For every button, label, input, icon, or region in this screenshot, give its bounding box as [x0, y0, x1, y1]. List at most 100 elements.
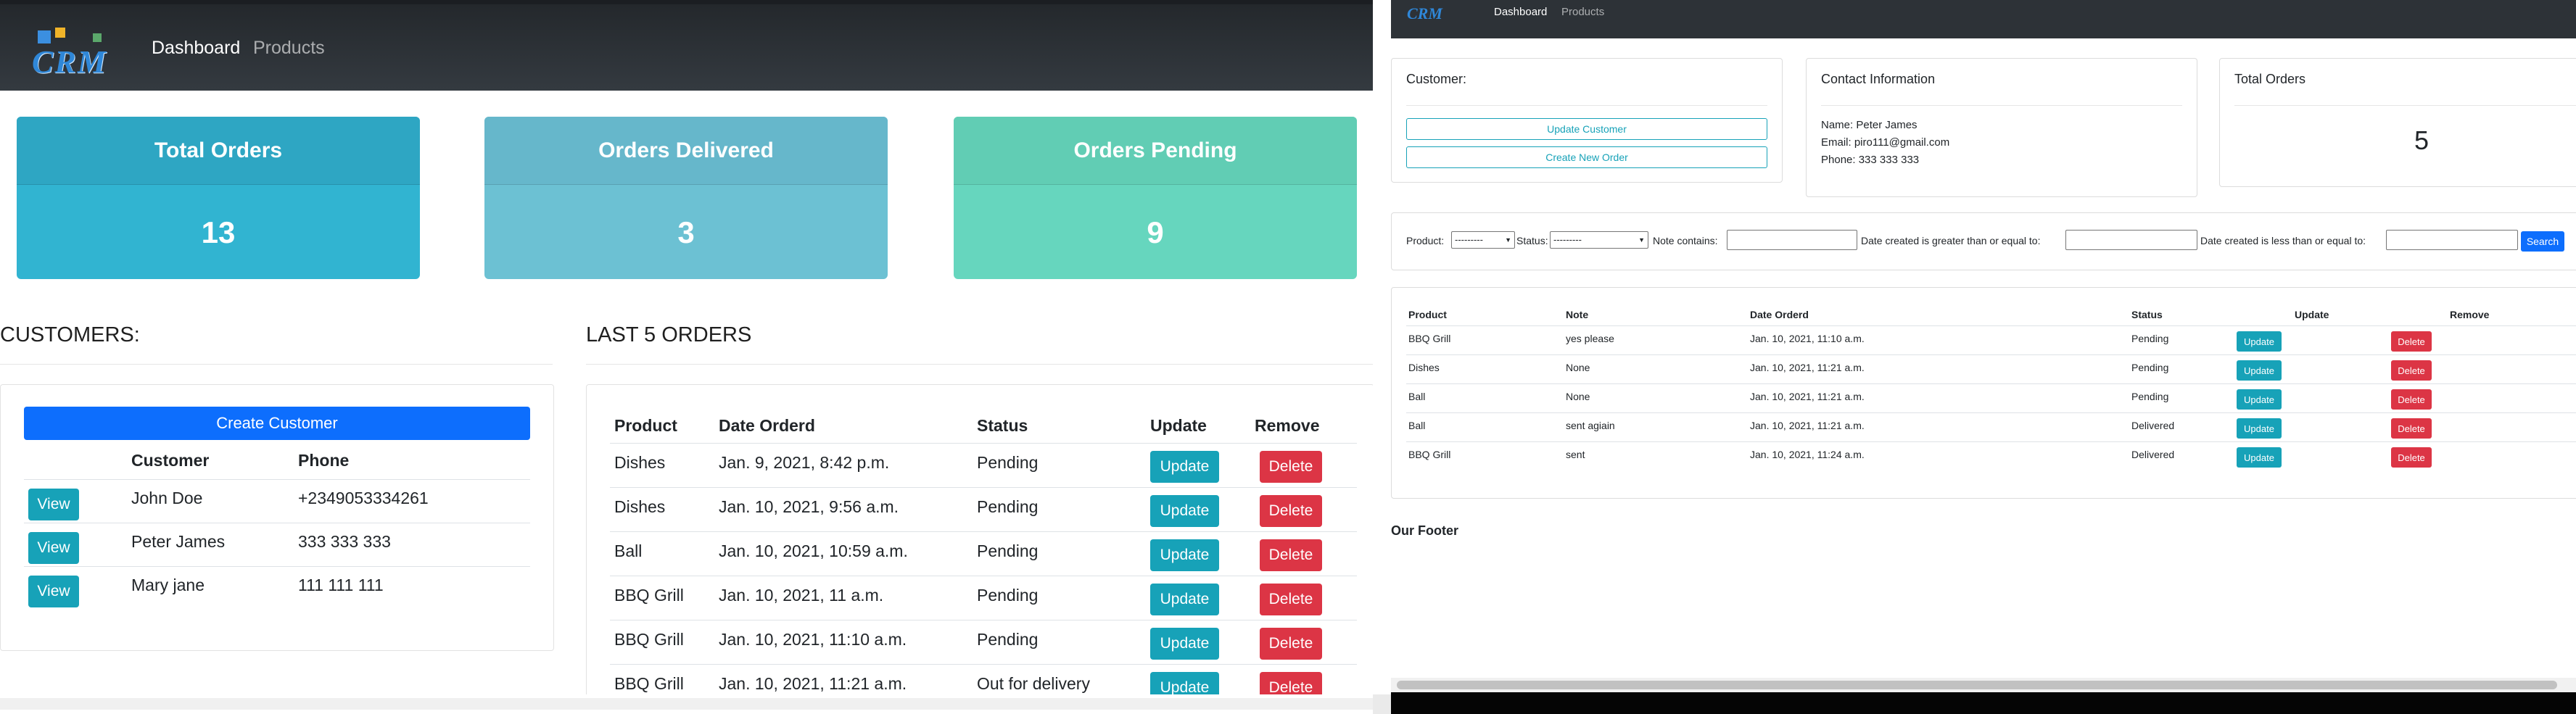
order-row: BBQ Grill Jan. 10, 2021, 11 a.m. Pending…	[610, 576, 1357, 620]
row-status: Delivered	[2131, 449, 2175, 460]
row-date: Jan. 10, 2021, 11:24 a.m.	[1750, 449, 1865, 460]
row-product: BBQ Grill	[1408, 449, 1451, 460]
crm-logo[interactable]: CRM	[1407, 4, 1455, 26]
date-column-header: Date Orderd	[1750, 309, 1809, 320]
order-product: BBQ Grill	[614, 586, 684, 605]
customers-panel: Create Customer Customer Phone View John…	[0, 384, 554, 651]
customer-name: Mary jane	[131, 576, 205, 594]
create-customer-button[interactable]: Create Customer	[24, 407, 530, 440]
row-status: Pending	[2131, 362, 2169, 373]
customer-phone: +2349053334261	[298, 489, 429, 507]
date-column-header: Date Orderd	[719, 416, 815, 435]
divider	[1406, 105, 1767, 106]
search-button[interactable]: Search	[2521, 231, 2564, 252]
card-title: Total Orders	[17, 117, 420, 185]
update-order-button[interactable]: Update	[2237, 331, 2282, 352]
delete-order-button[interactable]: Delete	[2391, 389, 2432, 410]
row-date: Jan. 10, 2021, 11:21 a.m.	[1750, 362, 1865, 373]
order-date: Jan. 10, 2021, 11:21 a.m.	[719, 674, 907, 693]
delete-order-button[interactable]: Delete	[2391, 418, 2432, 439]
order-status: Pending	[977, 586, 1039, 605]
remove-column-header: Remove	[1255, 416, 1320, 435]
logo-cube-icon	[93, 33, 102, 42]
note-filter-input[interactable]	[1727, 230, 1857, 250]
update-order-button[interactable]: Update	[1150, 584, 1219, 615]
delete-order-button[interactable]: Delete	[2391, 360, 2432, 381]
update-order-button[interactable]: Update	[2237, 418, 2282, 439]
remove-column-header: Remove	[2450, 309, 2490, 320]
order-product: Dishes	[614, 453, 666, 472]
nav-dashboard-link[interactable]: Dashboard	[1494, 6, 1547, 18]
order-row: Ball Jan. 10, 2021, 10:59 a.m. Pending U…	[610, 531, 1357, 576]
table-row: BBQ Grill sent Jan. 10, 2021, 11:24 a.m.…	[1406, 441, 2576, 471]
status-filter-label: Status:	[1516, 235, 1548, 246]
customer-phone: 333 333 333	[298, 532, 391, 551]
horizontal-scrollbar[interactable]	[0, 694, 1373, 714]
order-row: Dishes Jan. 9, 2021, 8:42 p.m. Pending U…	[610, 443, 1357, 488]
update-order-button[interactable]: Update	[1150, 451, 1219, 483]
update-order-button[interactable]: Update	[1150, 539, 1219, 571]
view-customer-button[interactable]: View	[28, 489, 79, 520]
contact-email: Email: piro111@gmail.com	[1821, 136, 1950, 149]
nav-products-link[interactable]: Products	[253, 38, 325, 59]
update-order-button[interactable]: Update	[2237, 447, 2282, 468]
update-order-button[interactable]: Update	[2237, 360, 2282, 381]
date-gte-input[interactable]	[2065, 230, 2197, 250]
delete-order-button[interactable]: Delete	[1260, 584, 1322, 615]
last-orders-heading: LAST 5 ORDERS	[586, 323, 752, 346]
update-order-button[interactable]: Update	[1150, 495, 1219, 527]
delete-order-button[interactable]: Delete	[1260, 539, 1322, 571]
update-customer-button[interactable]: Update Customer	[1406, 118, 1767, 140]
update-column-header: Update	[2295, 309, 2329, 320]
scrollbar-thumb[interactable]	[1397, 681, 2557, 689]
status-filter-value: ---------	[1553, 234, 1582, 245]
row-product: Ball	[1408, 420, 1426, 431]
customer-card: Customer: Update Customer Create New Ord…	[1391, 58, 1783, 183]
customer-row: View Peter James 333 333 333	[24, 523, 530, 567]
order-status: Out for delivery	[977, 674, 1090, 693]
delete-order-button[interactable]: Delete	[1260, 495, 1322, 527]
row-date: Jan. 10, 2021, 11:21 a.m.	[1750, 420, 1865, 431]
delete-order-button[interactable]: Delete	[1260, 628, 1322, 660]
nav-products-link[interactable]: Products	[1561, 6, 1604, 18]
horizontal-scrollbar[interactable]	[1391, 678, 2576, 692]
row-date: Jan. 10, 2021, 11:10 a.m.	[1750, 333, 1865, 344]
order-date: Jan. 10, 2021, 10:59 a.m.	[719, 541, 908, 560]
customer-phone: 111 111 111	[298, 576, 384, 594]
right-customer-pane: CRM Dashboard Products Customer: Update …	[1391, 0, 2576, 714]
date-lte-input[interactable]	[2386, 230, 2518, 250]
crm-logo[interactable]: CRM	[23, 28, 120, 80]
delete-order-button[interactable]: Delete	[2391, 447, 2432, 468]
nav-dashboard-link[interactable]: Dashboard	[152, 38, 240, 59]
update-order-button[interactable]: Update	[2237, 389, 2282, 410]
customer-row: View John Doe +2349053334261	[24, 479, 530, 523]
view-customer-button[interactable]: View	[28, 532, 79, 564]
left-dashboard-pane: CRM Dashboard Products Total Orders 13 O…	[0, 0, 1373, 714]
delete-order-button[interactable]: Delete	[1260, 451, 1322, 483]
order-filter-form: Product: --------- ▼ Status: --------- ▼…	[1391, 212, 2576, 270]
card-value: 3	[677, 215, 695, 249]
update-order-button[interactable]: Update	[1150, 628, 1219, 660]
order-product: Ball	[614, 541, 643, 560]
row-note: sent	[1566, 449, 1585, 460]
pane-divider	[1373, 0, 1391, 714]
create-new-order-button[interactable]: Create New Order	[1406, 146, 1767, 168]
order-date: Jan. 9, 2021, 8:42 p.m.	[719, 453, 890, 472]
row-note: None	[1566, 391, 1590, 402]
status-filter-select[interactable]: --------- ▼	[1550, 231, 1648, 249]
taskbar-strip	[1391, 692, 2576, 714]
delete-order-button[interactable]: Delete	[2391, 331, 2432, 352]
chevron-down-icon: ▼	[1638, 236, 1645, 244]
scrollbar-track[interactable]	[0, 698, 1373, 710]
orders-delivered-card: Orders Delivered 3	[484, 117, 888, 279]
order-product: BBQ Grill	[614, 674, 684, 693]
customers-heading: CUSTOMERS:	[0, 323, 140, 346]
order-row: BBQ Grill Jan. 10, 2021, 11:10 a.m. Pend…	[610, 620, 1357, 665]
total-orders-title: Total Orders	[2234, 72, 2306, 86]
customer-name: John Doe	[131, 489, 203, 507]
contact-card-title: Contact Information	[1821, 72, 1936, 86]
last-orders-panel: Product Date Orderd Status Update Remove…	[586, 384, 1373, 714]
customer-row: View Mary jane 111 111 111	[24, 566, 530, 610]
view-customer-button[interactable]: View	[28, 576, 79, 607]
product-filter-select[interactable]: --------- ▼	[1451, 231, 1515, 249]
